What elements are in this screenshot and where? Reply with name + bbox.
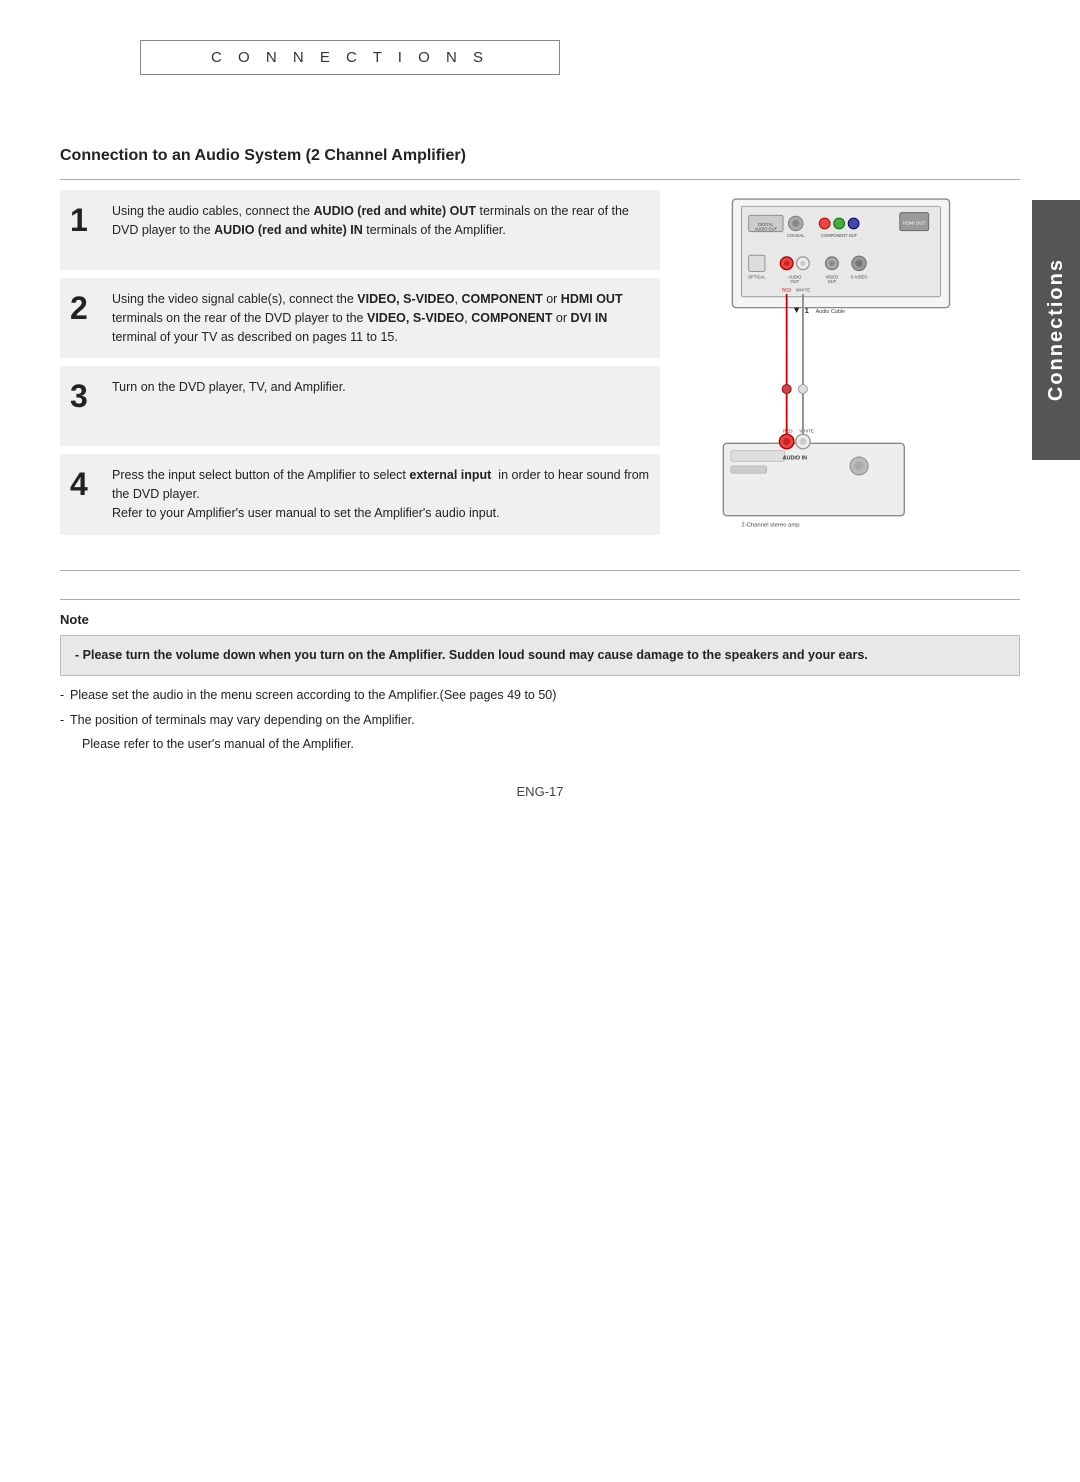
svg-text:WHITE: WHITE bbox=[796, 287, 811, 292]
header-box: C O N N E C T I O N S bbox=[140, 40, 560, 75]
svg-text:2-Channel stereo amp: 2-Channel stereo amp bbox=[741, 523, 800, 529]
step-4-text: Press the input select button of the Amp… bbox=[112, 466, 650, 522]
step-3-block: 3 Turn on the DVD player, TV, and Amplif… bbox=[60, 366, 660, 446]
step-2-text: Using the video signal cable(s), connect… bbox=[112, 290, 650, 346]
step-3-text: Turn on the DVD player, TV, and Amplifie… bbox=[112, 378, 346, 434]
step-4-number: 4 bbox=[70, 468, 100, 522]
main-content: 1 Using the audio cables, connect the AU… bbox=[60, 180, 1020, 570]
svg-text:COMPONENT OUT: COMPONENT OUT bbox=[821, 233, 858, 238]
step-4-block: 4 Press the input select button of the A… bbox=[60, 454, 660, 534]
svg-text:RED: RED bbox=[782, 287, 792, 292]
svg-text:Audio Cable: Audio Cable bbox=[816, 309, 845, 315]
step-2-block: 2 Using the video signal cable(s), conne… bbox=[60, 278, 660, 358]
note-item-2: The position of terminals may vary depen… bbox=[60, 711, 1020, 730]
svg-text:AUDIO IN: AUDIO IN bbox=[783, 456, 807, 462]
step-1-text: Using the audio cables, connect the AUDI… bbox=[112, 202, 650, 258]
diagram-column: DIGITAL AUDIO OUT COAXIAL COMPONENT OUT … bbox=[680, 180, 1020, 570]
note-item-1: Please set the audio in the menu screen … bbox=[60, 686, 1020, 705]
connection-diagram: DIGITAL AUDIO OUT COAXIAL COMPONENT OUT … bbox=[690, 190, 1010, 570]
page-number: ENG-17 bbox=[60, 784, 1020, 799]
svg-text:S-VIDEO: S-VIDEO bbox=[851, 275, 868, 280]
note-important: - Please turn the volume down when you t… bbox=[60, 635, 1020, 676]
svg-text:OPTICAL: OPTICAL bbox=[748, 275, 766, 280]
page-wrapper: Connections C O N N E C T I O N S Connec… bbox=[0, 0, 1080, 1482]
step-1-block: 1 Using the audio cables, connect the AU… bbox=[60, 190, 660, 270]
step-1-number: 1 bbox=[70, 204, 100, 258]
section-heading: Connection to an Audio System (2 Channel… bbox=[60, 147, 466, 165]
step-3-number: 3 bbox=[70, 380, 100, 434]
svg-text:OUT: OUT bbox=[828, 279, 837, 284]
svg-text:AUDIO OUT: AUDIO OUT bbox=[755, 227, 778, 232]
note-item-2-sub: Please refer to the user's manual of the… bbox=[60, 735, 1020, 754]
side-tab: Connections bbox=[1032, 200, 1080, 460]
svg-text:OUT: OUT bbox=[791, 279, 800, 284]
header-title: C O N N E C T I O N S bbox=[211, 49, 489, 66]
step-2-number: 2 bbox=[70, 292, 100, 346]
note-title: Note bbox=[60, 612, 1020, 627]
svg-text:RED: RED bbox=[783, 428, 793, 433]
side-tab-label: Connections bbox=[1045, 258, 1068, 401]
section-header-row: Connection to an Audio System (2 Channel… bbox=[60, 137, 1020, 173]
section-divider-bottom bbox=[60, 570, 1020, 571]
svg-text:WHITE: WHITE bbox=[799, 428, 814, 433]
steps-column: 1 Using the audio cables, connect the AU… bbox=[60, 180, 660, 570]
svg-text:HDMI OUT: HDMI OUT bbox=[903, 220, 926, 225]
svg-text:COAXIAL: COAXIAL bbox=[787, 233, 805, 238]
svg-text:1: 1 bbox=[805, 306, 809, 315]
note-section: Note - Please turn the volume down when … bbox=[60, 599, 1020, 754]
